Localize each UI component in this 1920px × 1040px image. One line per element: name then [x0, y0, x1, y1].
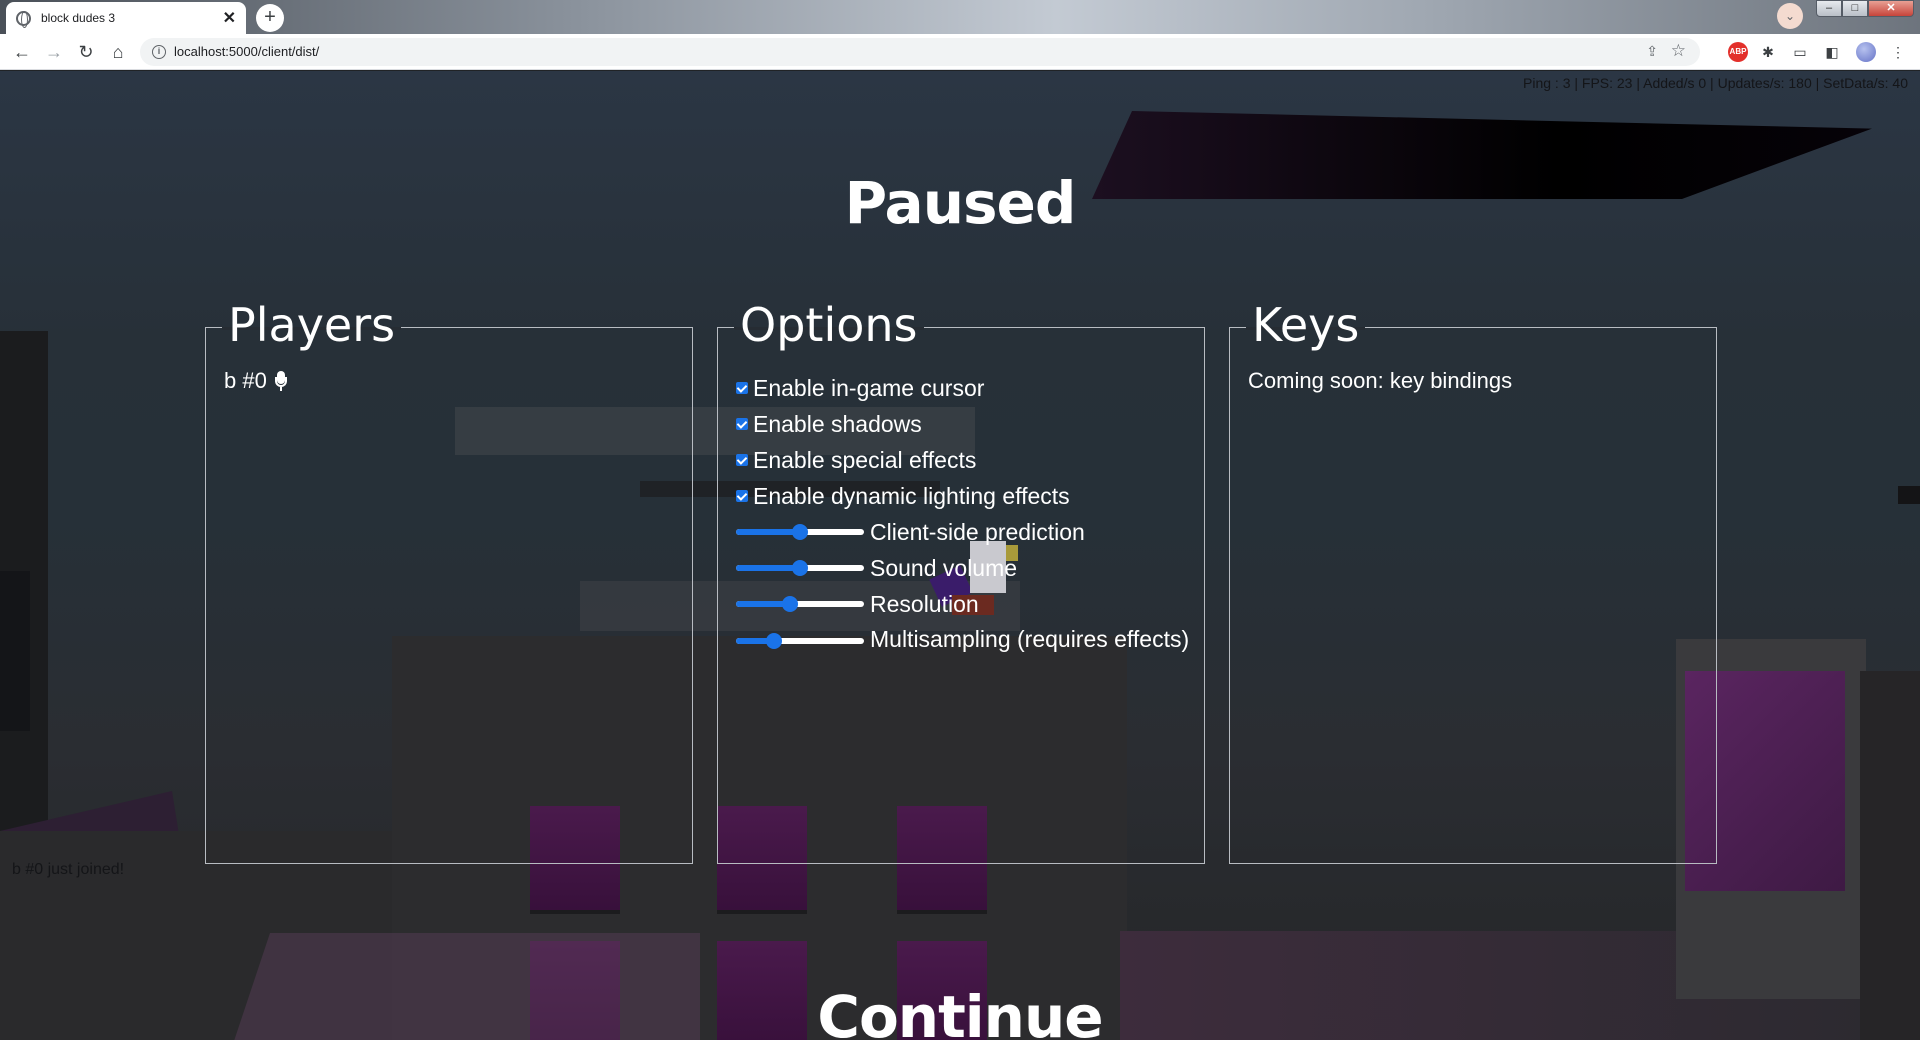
slider-resolution[interactable]: [736, 596, 864, 612]
address-bar-url[interactable]: localhost:5000/client/dist/: [174, 44, 319, 59]
bookmark-star-icon[interactable]: ☆: [1671, 41, 1686, 61]
option-multisampling: Multisampling (requires effects): [736, 622, 1192, 653]
performance-stats: Ping : 3 | FPS: 23 | Added/s 0 | Updates…: [1523, 75, 1908, 91]
window-close-button[interactable]: ✕: [1868, 0, 1914, 17]
option-label: Enable shadows: [753, 410, 922, 437]
keys-legend: Keys: [1246, 298, 1366, 352]
scene-pillar: [0, 571, 30, 731]
slider-sound-volume[interactable]: [736, 560, 864, 576]
home-icon[interactable]: ⌂: [104, 38, 132, 66]
browser-toolbar: ← → ↻ ⌂ i localhost:5000/client/dist/ ⇪ …: [0, 34, 1920, 70]
scene-block: [1898, 486, 1920, 504]
globe-icon: [16, 10, 31, 28]
options-legend: Options: [734, 298, 924, 352]
chat-message: b #0 just joined!: [12, 861, 125, 878]
game-viewport[interactable]: Ping : 3 | FPS: 23 | Added/s 0 | Updates…: [0, 71, 1920, 1040]
browser-tab[interactable]: block dudes 3 ✕: [6, 2, 246, 34]
address-bar[interactable]: i localhost:5000/client/dist/ ⇪ ☆: [140, 38, 1700, 66]
profile-avatar[interactable]: [1856, 42, 1876, 62]
option-label: Enable in-game cursor: [753, 374, 985, 401]
browser-tab-strip: block dudes 3 ✕ + ⌄ – □ ✕: [0, 0, 1920, 34]
option-label: Resolution: [870, 590, 979, 617]
share-icon[interactable]: ⇪: [1646, 43, 1658, 60]
players-panel: Players b #0: [205, 298, 693, 864]
option-sound-volume: Sound volume: [736, 550, 1192, 586]
scene-block: [1860, 671, 1920, 1040]
keys-placeholder-text: Coming soon: key bindings: [1248, 368, 1513, 393]
option-in-game-cursor[interactable]: Enable in-game cursor: [736, 370, 1192, 406]
option-special-effects[interactable]: Enable special effects: [736, 442, 1192, 478]
option-client-prediction: Client-side prediction: [736, 514, 1192, 550]
keys-panel: Keys Coming soon: key bindings: [1229, 298, 1717, 864]
option-label: Client-side prediction: [870, 518, 1085, 545]
option-label: Enable dynamic lighting effects: [753, 482, 1070, 509]
players-legend: Players: [222, 298, 402, 352]
new-tab-button[interactable]: +: [256, 4, 284, 32]
window-minimize-button[interactable]: –: [1816, 0, 1842, 17]
extensions-puzzle-icon[interactable]: ✱: [1758, 42, 1778, 62]
reload-icon[interactable]: ↻: [72, 38, 100, 66]
browser-menu-icon[interactable]: ⋮: [1888, 42, 1908, 62]
option-label: Sound volume: [870, 554, 1018, 581]
adblock-extension-icon[interactable]: ABP: [1728, 42, 1748, 62]
site-info-icon[interactable]: i: [152, 45, 166, 59]
back-arrow-icon[interactable]: ←: [8, 38, 36, 66]
tab-search-chevron-icon[interactable]: ⌄: [1777, 3, 1803, 29]
window-maximize-button[interactable]: □: [1842, 0, 1868, 17]
slider-client-prediction[interactable]: [736, 524, 864, 540]
tab-title: block dudes 3: [41, 11, 116, 25]
forward-arrow-icon[interactable]: →: [40, 38, 68, 66]
tab-close-icon[interactable]: ✕: [223, 8, 236, 28]
pause-title: Paused: [844, 169, 1077, 237]
option-label: Multisampling (requires effects): [870, 626, 1190, 652]
options-panel: Options Enable in-game cursor Enable sha…: [717, 298, 1205, 864]
option-shadows[interactable]: Enable shadows: [736, 406, 1192, 442]
checkbox-dynamic-lighting[interactable]: [736, 490, 748, 502]
option-resolution: Resolution: [736, 586, 1192, 622]
checkbox-special-effects[interactable]: [736, 454, 748, 466]
player-name: b #0: [224, 368, 267, 393]
checkbox-shadows[interactable]: [736, 418, 748, 430]
microphone-icon[interactable]: [274, 371, 287, 391]
chat-log: b #0 just joined!: [12, 861, 124, 879]
continue-button[interactable]: Continue: [760, 983, 1160, 1040]
scene-floor: [230, 933, 700, 1040]
side-panel-icon[interactable]: ◧: [1822, 42, 1842, 62]
player-list-item: b #0: [224, 368, 680, 394]
slider-multisampling[interactable]: [736, 633, 864, 649]
option-label: Enable special effects: [753, 446, 977, 473]
cast-icon[interactable]: ▭: [1790, 42, 1810, 62]
checkbox-in-game-cursor[interactable]: [736, 382, 748, 394]
option-dynamic-lighting[interactable]: Enable dynamic lighting effects: [736, 478, 1192, 514]
